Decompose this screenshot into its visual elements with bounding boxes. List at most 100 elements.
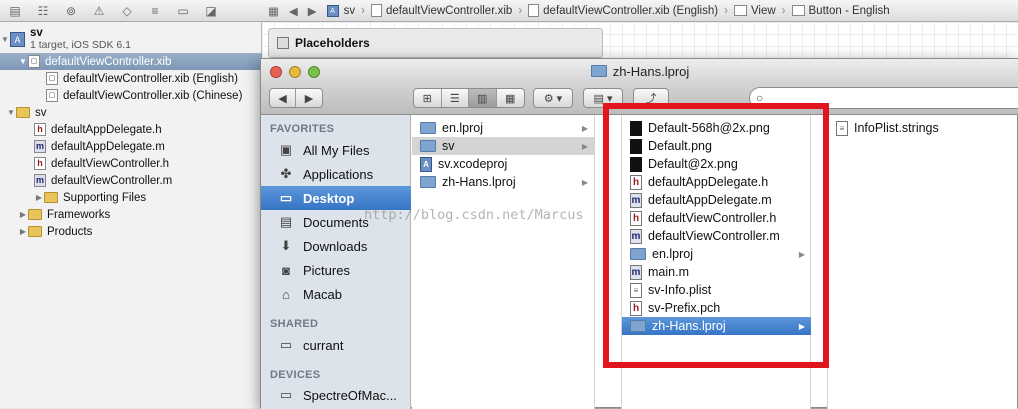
hierarchy-icon[interactable]: ☷ [36,4,50,18]
nav-group-products[interactable]: ▶ Products [0,223,262,240]
desktop-icon: ▭ [279,190,293,205]
search-icon[interactable]: ⊚ [64,4,78,18]
sidebar-item-label: currant [303,337,344,353]
sidebar-item-macab[interactable]: ⌂ Macab [261,282,411,306]
disclosure-closed-icon[interactable]: ▶ [18,227,28,236]
sidebar-item-label: Applications [303,166,374,182]
debug-icon[interactable]: ≡ [148,4,162,18]
window-title: zh-Hans.lproj [261,64,1018,79]
nav-item-label: defaultViewController.xib (English) [63,72,238,85]
back-arrow-icon[interactable]: ◀ [289,4,298,18]
icon-view-icon[interactable]: ⊞ [414,89,442,107]
sidebar-item-label: Desktop [303,190,355,206]
nav-item-appdelegate-h[interactable]: h defaultAppDelegate.h [0,121,262,138]
item-label: zh-Hans.lproj [652,319,726,333]
project-root[interactable]: ▼ A sv 1 target, iOS SDK 6.1 [0,26,262,52]
test-icon[interactable]: ◇ [120,4,134,18]
list-item[interactable]: ≡ InfoPlist.strings [828,119,1017,137]
list-item[interactable]: Default.png [622,137,811,155]
nav-item-label: defaultAppDelegate.m [51,140,165,153]
disclosure-closed-icon[interactable]: ▶ [18,210,28,219]
folder-icon [28,226,42,237]
sidebar-item-label: SpectreOfMac... [303,387,397,403]
placeholders-panel[interactable]: Placeholders [268,28,603,58]
forward-arrow-icon[interactable]: ▶ [308,4,317,18]
sidebar-item-documents[interactable]: ▤ Documents [261,210,411,234]
back-arrow-icon[interactable]: ◀ [270,89,297,107]
browser-column-3: ≡ InfoPlist.strings [827,115,1017,409]
nav-group-sv[interactable]: ▼ sv [0,104,262,121]
jump-bar: ▦ ◀ ▶ A sv › defaultViewController.xib ›… [262,0,1018,22]
browser-column-2: Default-568h@2x.png Default.png Default@… [621,115,811,409]
folder-icon[interactable]: ▤ [8,4,22,18]
disclosure-open-icon[interactable]: ▼ [6,108,16,117]
nav-item-xib-chinese[interactable]: ▢ defaultViewController.xib (Chinese) [0,87,262,104]
downloads-icon: ⬇ [280,238,292,253]
sidebar-item-currant[interactable]: ▭ currant [261,333,411,357]
item-label: InfoPlist.strings [854,121,939,135]
list-item[interactable]: zh-Hans.lproj ▶ [412,173,594,191]
list-item[interactable]: m main.m [622,263,811,281]
disclosure-open-icon[interactable]: ▼ [18,57,28,66]
sidebar-item-spectreofmac[interactable]: ▭ SpectreOfMac... [261,383,411,407]
disclosure-open-icon[interactable]: ▼ [0,35,10,44]
chevron-right-icon: ▶ [581,177,588,187]
list-item[interactable]: h defaultAppDelegate.h [622,173,811,191]
arrange-icon: ▤ ▾ [593,92,613,105]
nav-item-label: defaultViewController.xib [45,55,172,68]
chevron-right-icon: › [518,4,523,17]
nav-item-viewcontroller-h[interactable]: h defaultViewController.h [0,155,262,172]
sidebar-item-applications[interactable]: ✤ Applications [261,162,411,186]
png-image-icon [630,156,642,172]
sidebar-item-label: Pictures [303,262,350,278]
list-item[interactable]: A sv.xcodeproj [412,155,594,173]
sidebar-item-downloads[interactable]: ⬇ Downloads [261,234,411,258]
action-menu-button[interactable]: ⚙ ▾ [533,88,573,108]
list-item[interactable]: Default-568h@2x.png [622,119,811,137]
nav-item-appdelegate-m[interactable]: m defaultAppDelegate.m [0,138,262,155]
list-item[interactable]: h defaultViewController.h [622,209,811,227]
sidebar-item-pictures[interactable]: ◙ Pictures [261,258,411,282]
list-view-icon[interactable]: ☰ [442,89,469,107]
breadcrumb-xib-english[interactable]: defaultViewController.xib (English) [543,5,718,17]
list-item[interactable]: en.lproj ▶ [412,119,594,137]
nav-item-xib[interactable]: ▼ ▢ defaultViewController.xib [0,53,262,70]
nav-item-viewcontroller-m[interactable]: m defaultViewController.m [0,172,262,189]
breadcrumb-button[interactable]: Button - English [809,5,890,17]
shared-header: SHARED [270,318,319,330]
breadcrumb-sv[interactable]: sv [344,5,356,17]
sidebar-item-desktop[interactable]: ▭ Desktop [261,186,411,210]
plist-file-icon: ≡ [630,282,642,298]
list-item[interactable]: sv ▶ [412,137,594,155]
disclosure-closed-icon[interactable]: ▶ [34,193,44,202]
forward-arrow-icon[interactable]: ▶ [296,89,322,107]
nav-item-xib-english[interactable]: ▢ defaultViewController.xib (English) [0,70,262,87]
list-item[interactable]: h sv-Prefix.pch [622,299,811,317]
breadcrumb-xib[interactable]: defaultViewController.xib [386,5,512,17]
log-icon[interactable]: ◪ [204,4,218,18]
list-item[interactable]: m defaultAppDelegate.m [622,191,811,209]
share-button[interactable]: ⤴ [633,88,669,108]
list-item[interactable]: en.lproj ▶ [622,245,811,263]
implementation-file-icon: m [34,140,46,153]
list-item[interactable]: ≡ sv-Info.plist [622,281,811,299]
breakpoint-icon[interactable]: ▭ [176,4,190,18]
breadcrumb-view[interactable]: View [751,5,776,17]
search-field[interactable]: ○ [749,87,1018,109]
cover-flow-icon[interactable]: ▦ [497,89,524,107]
nav-group-supporting-files[interactable]: ▶ Supporting Files [0,189,262,206]
related-items-icon[interactable]: ▦ [268,4,279,18]
list-item[interactable]: m defaultViewController.m [622,227,811,245]
list-item-selected[interactable]: zh-Hans.lproj ▶ [622,317,811,335]
sidebar-item-all-my-files[interactable]: ▣ All My Files [261,138,411,162]
header-file-icon: h [630,210,642,226]
column-view-icon[interactable]: ▥ [469,89,497,107]
nav-item-label: defaultViewController.h [51,157,170,170]
cube-icon [277,37,289,49]
nav-group-frameworks[interactable]: ▶ Frameworks [0,206,262,223]
warning-icon[interactable]: ⚠ [92,4,106,18]
nav-item-label: defaultViewController.xib (Chinese) [63,89,243,102]
arrange-menu-button[interactable]: ▤ ▾ [583,88,623,108]
list-item[interactable]: Default@2x.png [622,155,811,173]
placeholders-label: Placeholders [295,36,370,50]
